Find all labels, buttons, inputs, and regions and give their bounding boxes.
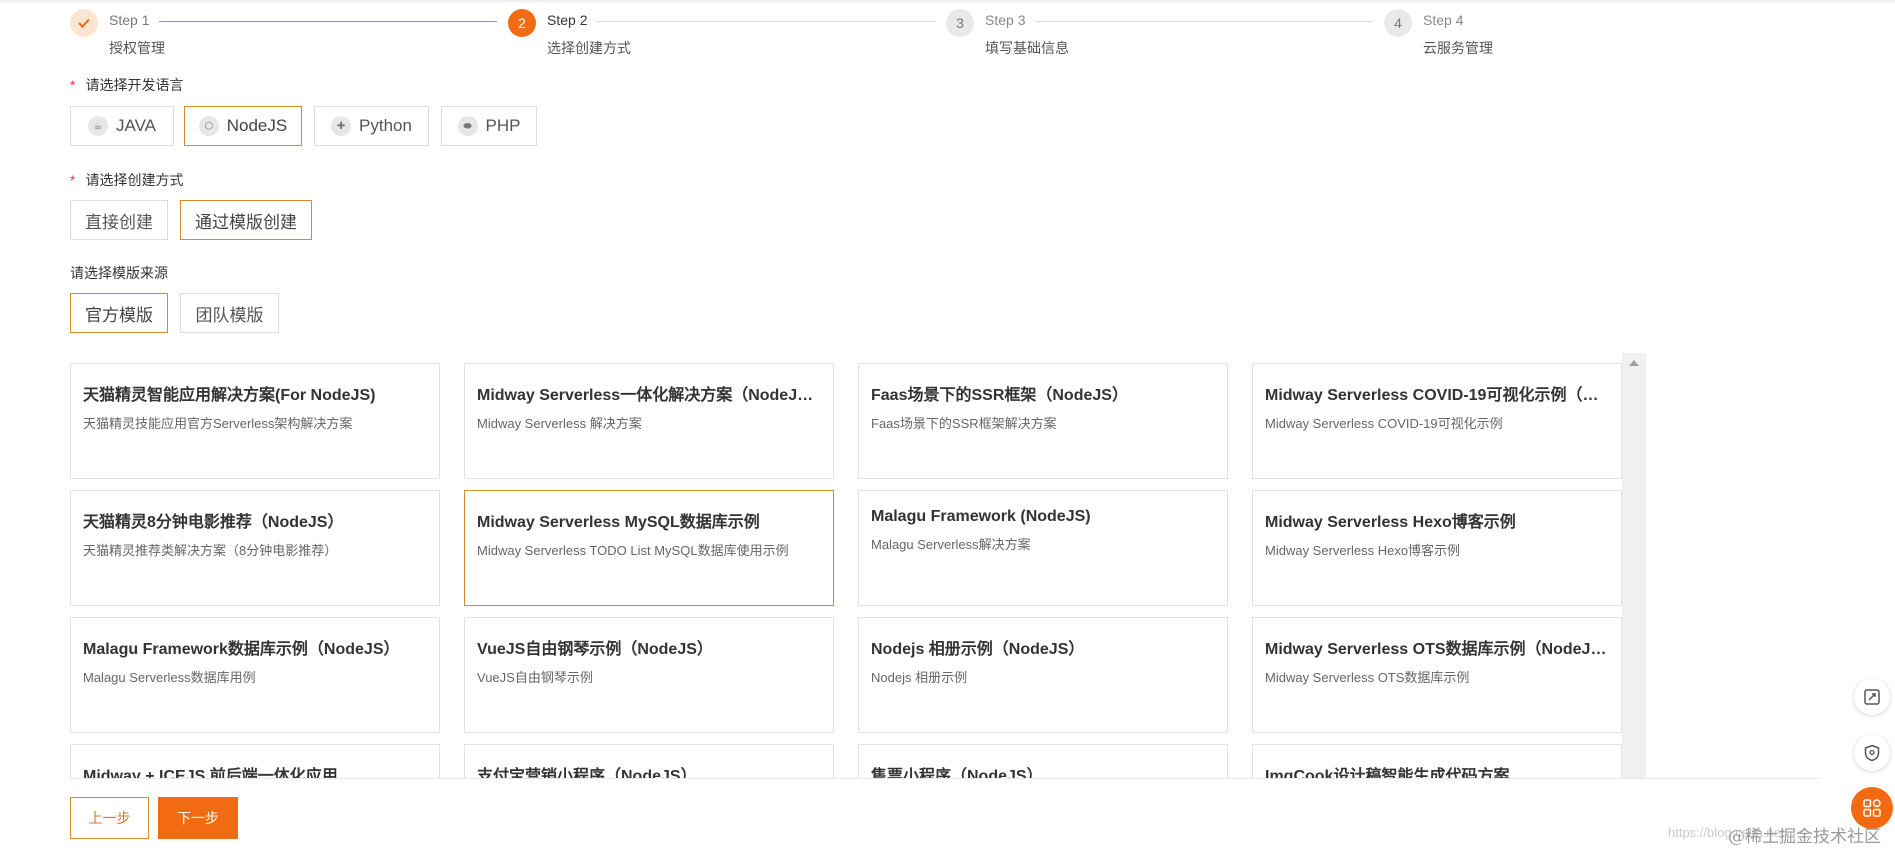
template-card[interactable]: Midway Serverless COVID-19可视化示例（NodeJS） M… [1252,363,1622,479]
language-label-text: 请选择开发语言 [85,77,184,93]
template-card-title: Midway Serverless一体化解决方案（NodeJS） [477,387,821,404]
template-card-title: Midway Serverless Hexo博客示例 [1265,514,1516,531]
template-card-desc: 天猫精灵技能应用官方Serverless架构解决方案 [83,416,353,431]
template-card[interactable]: Midway + ICEJS 前后端一体化应用 [70,744,440,778]
template-card-title: Malagu Framework数据库示例（NodeJS） [83,641,400,658]
next-step-button[interactable]: 下一步 [158,797,238,839]
step-4-title: Step 4 [1423,12,1464,28]
step-1-title: Step 1 [109,12,150,28]
template-card-title: Midway Serverless OTS数据库示例（NodeJS） [1265,641,1609,658]
scroll-up-icon[interactable] [1629,360,1639,366]
template-card-title: Faas场景下的SSR框架（NodeJS） [871,387,1128,404]
template-card[interactable]: Midway Serverless OTS数据库示例（NodeJS） Midway… [1252,617,1622,733]
prev-step-button[interactable]: 上一步 [70,797,149,839]
language-option-label: Python [359,116,412,135]
template-card[interactable]: Midway Serverless Hexo博客示例 Midway Serverl… [1252,490,1622,606]
template-card-title: VueJS自由钢琴示例（NodeJS） [477,641,713,658]
source-label-text: 请选择模版来源 [70,265,168,281]
template-card-desc: Malagu Serverless解决方案 [871,537,1031,552]
template-card[interactable]: Malagu Framework数据库示例（NodeJS） Malagu Serv… [70,617,440,733]
steps-bar: Step 1 授权管理 2 Step 2 选择创建方式 3 Step 3 填写基… [0,0,1895,70]
step-connector-2 [597,21,935,22]
step-2-title: Step 2 [547,12,588,28]
template-grid: 天猫精灵智能应用解决方案(For NodeJS) 天猫精灵技能应用官方Server… [70,358,1646,778]
step-connector-3 [1035,21,1373,22]
template-card[interactable]: Midway Serverless MySQL数据库示例 Midway Serve… [464,490,834,606]
watermark-brand: @稀土掘金技术社区 [1728,827,1881,847]
method-option-label: 直接创建 [85,212,153,232]
method-option-label: 通过模版创建 [195,212,297,232]
template-card[interactable]: ImgCook设计稿智能生成代码方案 [1252,744,1622,778]
template-card-desc: Nodejs 相册示例 [871,670,968,685]
source-label: 请选择模版来源 [70,263,168,283]
template-card-desc: Midway Serverless OTS数据库示例 [1265,670,1470,685]
template-card-desc: Midway Serverless TODO List MySQL数据库使用示例 [477,543,789,558]
required-mark: * [70,77,76,93]
nodejs-icon: ⬡ [198,116,219,136]
template-card-desc: Malagu Serverless数据库用例 [83,670,256,685]
language-label: * 请选择开发语言 [70,75,183,95]
method-option-direct[interactable]: 直接创建 [70,200,168,240]
template-card-title: Midway Serverless MySQL数据库示例 [477,514,760,531]
step-3-number: 3 [946,9,974,37]
template-card-title: Nodejs 相册示例（NodeJS） [871,641,1085,658]
method-option-template[interactable]: 通过模版创建 [180,200,312,240]
language-option-label: JAVA [116,116,156,135]
language-option-php[interactable]: ⬬ PHP [441,106,537,146]
language-option-java[interactable]: ☕ JAVA [70,106,174,146]
step-2-number: 2 [508,9,536,37]
check-icon [70,9,98,37]
python-icon: ✚ [331,116,352,136]
step-3-title: Step 3 [985,12,1026,28]
method-label-text: 请选择创建方式 [85,172,184,188]
template-card-title: 售票小程序（NodeJS） [871,768,1043,778]
template-card-desc: 天猫精灵推荐类解决方案（8分钟电影推荐） [83,543,338,558]
template-card-title: Malagu Framework (NodeJS) [871,508,1091,525]
step-connector-1 [159,21,497,22]
template-card-desc: Midway Serverless COVID-19可视化示例 [1265,416,1503,431]
method-label: * 请选择创建方式 [70,170,183,190]
source-option-label: 团队模版 [195,305,264,325]
language-option-label: NodeJS [226,116,288,135]
source-option-official[interactable]: 官方模版 [70,293,168,333]
template-card[interactable]: 天猫精灵8分钟电影推荐（NodeJS） 天猫精灵推荐类解决方案（8分钟电影推荐） [70,490,440,606]
template-card-title: Midway Serverless COVID-19可视化示例（NodeJS） [1265,387,1609,404]
template-card-desc: Midway Serverless 解决方案 [477,416,642,431]
feedback-icon[interactable] [1854,679,1890,715]
source-option-label: 官方模版 [85,305,153,325]
template-card[interactable]: Malagu Framework (NodeJS) Malagu Serverle… [858,490,1228,606]
template-card[interactable]: Faas场景下的SSR框架（NodeJS） Faas场景下的SSR框架解决方案 [858,363,1228,479]
template-card-title: Midway + ICEJS 前后端一体化应用 [83,768,338,778]
step-4-desc: 云服务管理 [1423,40,1493,56]
required-mark: * [70,172,76,188]
java-icon: ☕ [88,116,108,136]
footer-divider [70,778,1820,779]
template-card[interactable]: VueJS自由钢琴示例（NodeJS） VueJS自由钢琴示例 [464,617,834,733]
template-card-title: 天猫精灵智能应用解决方案(For NodeJS) [83,387,376,404]
language-option-nodejs[interactable]: ⬡ NodeJS [184,106,302,146]
template-card[interactable]: 售票小程序（NodeJS） [858,744,1228,778]
template-scrollbar[interactable] [1622,353,1646,778]
template-card-title: 支付宝营销小程序（NodeJS） [477,768,697,778]
step-1-desc: 授权管理 [109,40,165,56]
step-4-number: 4 [1384,9,1412,37]
template-card[interactable]: Midway Serverless一体化解决方案（NodeJS） Midway S… [464,363,834,479]
php-icon: ⬬ [457,116,478,136]
security-icon[interactable] [1854,735,1890,771]
template-card[interactable]: Nodejs 相册示例（NodeJS） Nodejs 相册示例 [858,617,1228,733]
template-card-desc: Midway Serverless Hexo博客示例 [1265,543,1461,558]
template-card[interactable]: 天猫精灵智能应用解决方案(For NodeJS) 天猫精灵技能应用官方Server… [70,363,440,479]
template-card-desc: Faas场景下的SSR框架解决方案 [871,416,1057,431]
step-3-desc: 填写基础信息 [985,40,1069,56]
template-card-title: 天猫精灵8分钟电影推荐（NodeJS） [83,514,344,531]
template-card-desc: VueJS自由钢琴示例 [477,670,593,685]
source-option-team[interactable]: 团队模版 [180,293,279,333]
language-option-python[interactable]: ✚ Python [314,106,429,146]
language-option-label: PHP [485,116,521,135]
step-2-desc: 选择创建方式 [547,40,631,56]
template-card[interactable]: 支付宝营销小程序（NodeJS） [464,744,834,778]
template-card-title: ImgCook设计稿智能生成代码方案 [1265,768,1510,778]
